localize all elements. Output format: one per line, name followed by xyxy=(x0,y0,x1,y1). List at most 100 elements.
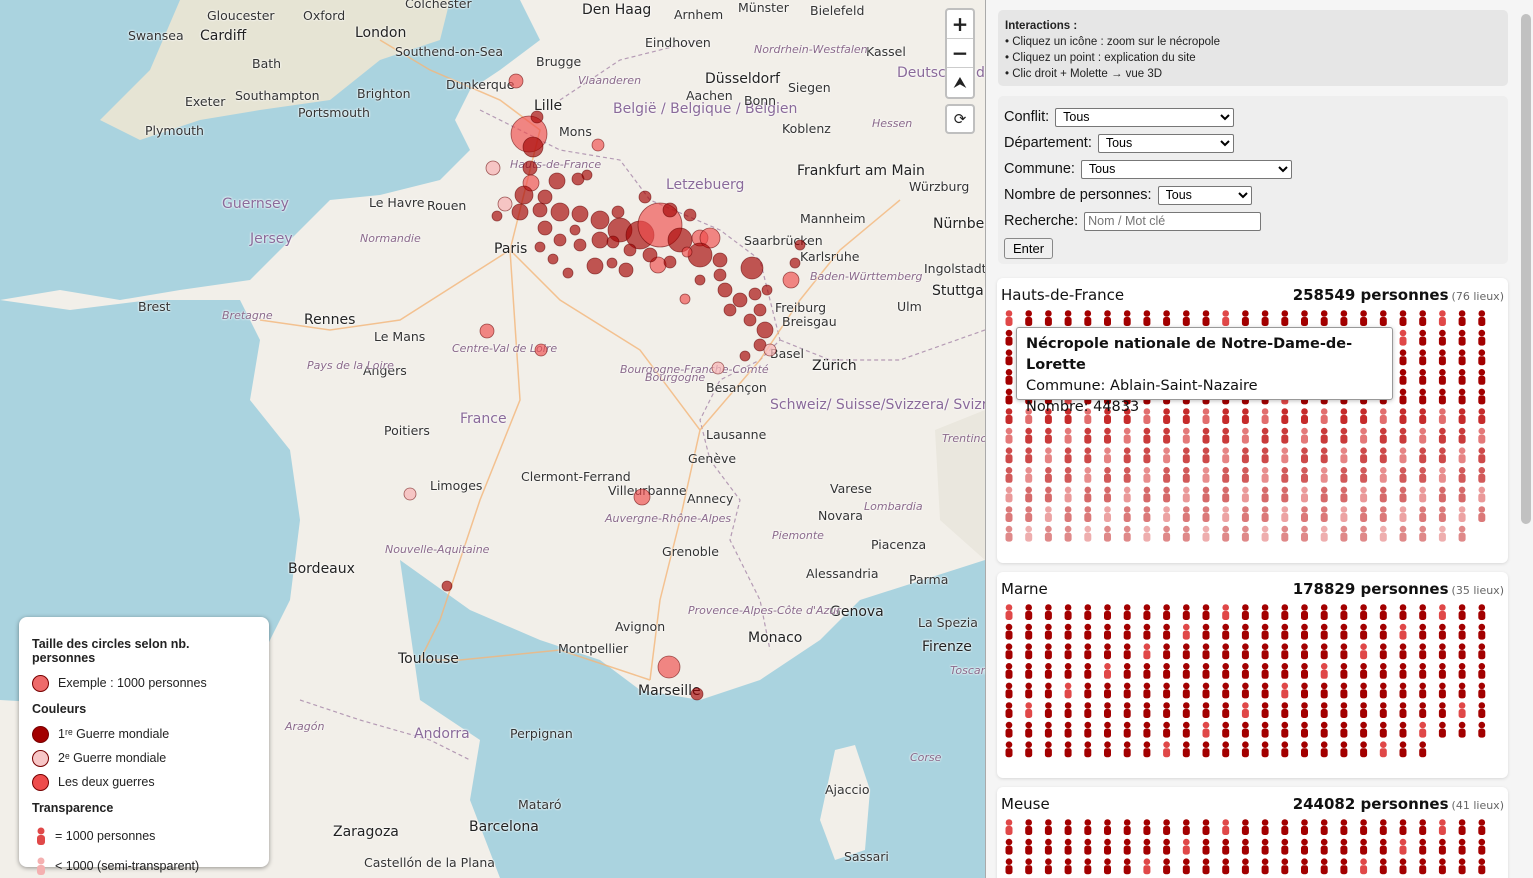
person-icon[interactable] xyxy=(1143,427,1151,444)
person-icon[interactable] xyxy=(1182,623,1190,640)
necropole-circle[interactable] xyxy=(514,185,534,205)
person-icon[interactable] xyxy=(1399,623,1407,640)
necropole-circle[interactable] xyxy=(789,257,801,269)
necropole-circle[interactable] xyxy=(662,202,678,218)
person-icon[interactable] xyxy=(1084,604,1092,620)
person-icon[interactable] xyxy=(1182,467,1190,483)
person-icon[interactable] xyxy=(1419,858,1427,875)
person-icon[interactable] xyxy=(1044,838,1052,855)
person-icon[interactable] xyxy=(1340,604,1348,620)
person-icon[interactable] xyxy=(1458,721,1466,738)
person-icon[interactable] xyxy=(1123,663,1131,679)
person-icon[interactable] xyxy=(1143,858,1151,875)
person-icon[interactable] xyxy=(1104,623,1111,640)
person-icon[interactable] xyxy=(1419,663,1427,679)
person-icon[interactable] xyxy=(1025,486,1033,503)
person-icon[interactable] xyxy=(1478,663,1486,679)
person-icon[interactable] xyxy=(1419,486,1427,503)
person-icon[interactable] xyxy=(1202,819,1210,835)
person-icon[interactable] xyxy=(1163,682,1171,699)
person-icon[interactable] xyxy=(1241,447,1249,464)
person-icon[interactable] xyxy=(1419,329,1427,346)
person-icon[interactable] xyxy=(1438,310,1446,326)
person-icon[interactable] xyxy=(1379,643,1387,660)
person-icon[interactable] xyxy=(1399,506,1407,522)
person-icon[interactable] xyxy=(1281,525,1289,542)
person-icon[interactable] xyxy=(1064,447,1072,464)
person-icon[interactable] xyxy=(1419,447,1427,464)
person-icon[interactable] xyxy=(1025,623,1033,640)
person-icon[interactable] xyxy=(1360,447,1368,464)
person-icon[interactable] xyxy=(1222,623,1230,640)
person-icon[interactable] xyxy=(1478,427,1486,444)
person-icon[interactable] xyxy=(1379,702,1387,718)
person-icon[interactable] xyxy=(1360,486,1368,503)
person-icon[interactable] xyxy=(1064,858,1072,875)
person-icon[interactable] xyxy=(1025,310,1033,326)
person-icon[interactable] xyxy=(1182,643,1190,660)
zoom-in-button[interactable]: + xyxy=(947,10,973,39)
person-icon[interactable] xyxy=(1222,838,1230,855)
person-icon[interactable] xyxy=(1182,702,1190,718)
person-icon[interactable] xyxy=(1399,467,1407,483)
person-icon[interactable] xyxy=(1025,447,1033,464)
person-icon[interactable] xyxy=(1222,604,1230,620)
person-icon[interactable] xyxy=(1340,741,1348,758)
person-icon[interactable] xyxy=(1044,702,1052,718)
person-icon[interactable] xyxy=(1084,819,1092,835)
necropole-circle[interactable] xyxy=(633,488,651,506)
person-icon[interactable] xyxy=(1202,447,1210,464)
person-icon[interactable] xyxy=(1340,623,1348,640)
person-icon[interactable] xyxy=(1143,702,1151,718)
person-icon[interactable] xyxy=(1281,506,1289,522)
person-icon[interactable] xyxy=(1005,388,1013,405)
necropole-circle[interactable] xyxy=(638,190,652,204)
person-icon[interactable] xyxy=(1163,467,1171,483)
necropole-circle[interactable] xyxy=(571,205,589,223)
person-icon[interactable] xyxy=(1438,525,1446,542)
person-icon[interactable] xyxy=(1241,838,1249,855)
person-icon[interactable] xyxy=(1182,741,1190,758)
person-icon[interactable] xyxy=(1084,506,1092,522)
person-icon[interactable] xyxy=(1261,486,1269,503)
person-icon[interactable] xyxy=(1281,819,1289,835)
person-icon[interactable] xyxy=(1202,310,1210,326)
person-icon[interactable] xyxy=(1222,721,1230,738)
necropole-circle[interactable] xyxy=(743,313,757,327)
person-icon[interactable] xyxy=(1025,427,1033,444)
person-icon[interactable] xyxy=(1399,682,1407,699)
person-icon[interactable] xyxy=(1399,663,1407,679)
person-icon[interactable] xyxy=(1301,721,1308,738)
person-icon[interactable] xyxy=(1360,604,1368,620)
person-icon[interactable] xyxy=(1261,525,1269,542)
person-icon[interactable] xyxy=(1182,663,1190,679)
person-icon[interactable] xyxy=(1458,663,1466,679)
person-icon[interactable] xyxy=(1360,663,1368,679)
person-icon[interactable] xyxy=(1320,447,1328,464)
person-icon[interactable] xyxy=(1084,702,1092,718)
person-icon[interactable] xyxy=(1458,525,1466,542)
commune-select[interactable]: Tous xyxy=(1080,159,1292,179)
person-icon[interactable] xyxy=(1084,525,1092,542)
person-icon[interactable] xyxy=(1458,702,1466,718)
person-icon[interactable] xyxy=(1163,819,1171,835)
person-icon[interactable] xyxy=(1005,329,1013,346)
person-icon[interactable] xyxy=(1202,858,1210,875)
person-icon[interactable] xyxy=(1360,741,1368,758)
person-icon[interactable] xyxy=(1163,310,1171,326)
person-icon[interactable] xyxy=(1025,643,1033,660)
person-icon[interactable] xyxy=(1419,388,1427,405)
person-icon[interactable] xyxy=(1320,682,1328,699)
necropole-circle[interactable] xyxy=(569,224,581,236)
person-icon[interactable] xyxy=(1202,506,1210,522)
person-icon[interactable] xyxy=(1123,643,1131,660)
person-icon[interactable] xyxy=(1379,721,1387,738)
person-icon[interactable] xyxy=(1419,427,1427,444)
person-icon[interactable] xyxy=(1025,702,1033,718)
person-icon[interactable] xyxy=(1123,525,1131,542)
person-icon[interactable] xyxy=(1222,643,1230,660)
person-icon[interactable] xyxy=(1241,721,1249,738)
person-icon[interactable] xyxy=(1301,819,1308,835)
person-icon[interactable] xyxy=(1320,819,1328,835)
person-icon[interactable] xyxy=(1084,623,1092,640)
